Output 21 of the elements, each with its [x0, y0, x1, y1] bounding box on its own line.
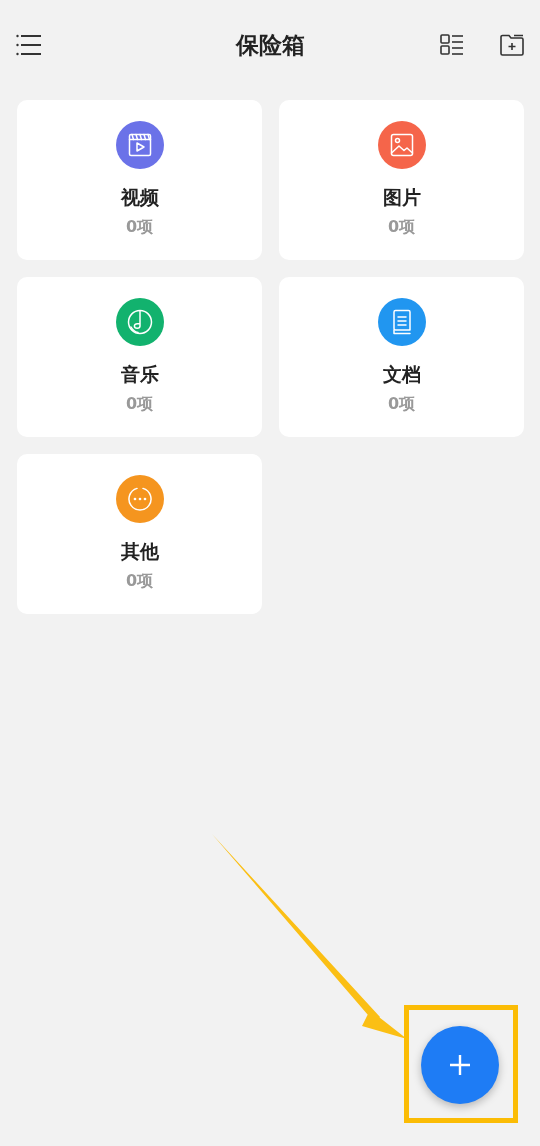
category-card[interactable]: 图片 0项 — [279, 100, 524, 260]
item-count: 0项 — [125, 394, 154, 415]
list-view-icon[interactable] — [440, 34, 464, 56]
item-count: 0项 — [387, 394, 416, 415]
item-count: 0项 — [387, 217, 416, 238]
category-title: 视频 — [120, 185, 159, 210]
item-count: 0项 — [125, 571, 154, 592]
category-card[interactable]: 文档 0项 — [279, 277, 524, 437]
category-title: 图片 — [382, 185, 421, 210]
page-title: 保险箱 — [235, 30, 305, 60]
category-title: 文档 — [382, 362, 421, 387]
category-card[interactable]: 音乐 0项 — [17, 277, 262, 437]
plus-icon — [449, 1054, 471, 1076]
category-title: 音乐 — [120, 362, 159, 387]
category-card[interactable]: 其他 0项 — [17, 454, 262, 614]
category-card[interactable]: 视频 0项 — [17, 100, 262, 260]
new-folder-icon[interactable] — [500, 34, 524, 56]
add-button[interactable] — [421, 1026, 499, 1104]
category-title: 其他 — [120, 539, 159, 564]
menu-icon[interactable] — [16, 34, 42, 56]
item-count: 0项 — [125, 217, 154, 238]
